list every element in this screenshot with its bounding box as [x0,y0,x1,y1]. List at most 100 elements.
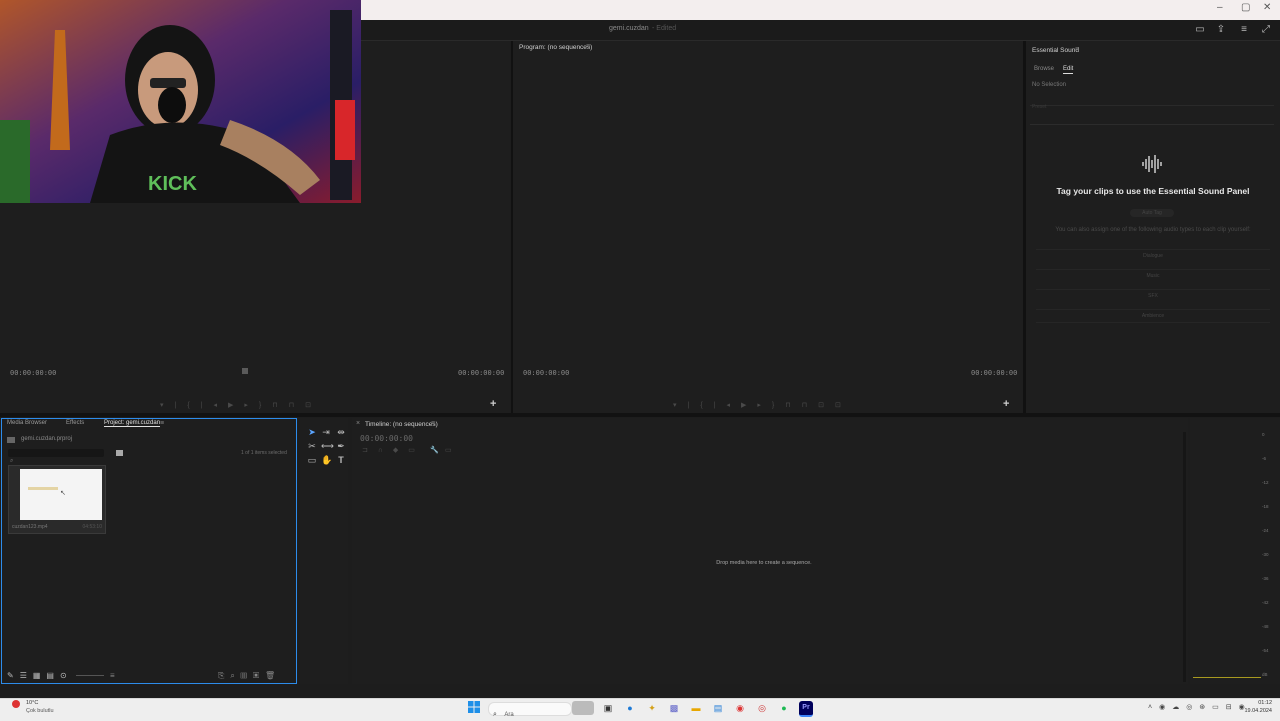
preset-dropdown[interactable]: Preset [1030,95,1274,110]
tab-media-browser[interactable]: Media Browser [7,420,47,426]
meter-level-bar [1193,677,1261,678]
timeline-menu-icon[interactable]: ≡ [431,420,435,427]
clock-time[interactable]: 01:12 [1242,700,1272,706]
timeline-title[interactable]: Timeline: (no sequences) [365,421,438,428]
zoom-slider[interactable] [76,675,104,676]
rectangle-tool-icon[interactable]: ▭ [307,455,317,465]
program-add-button-icon[interactable]: + [1003,398,1009,410]
dialogue-type-button[interactable]: Dialogue [1036,249,1270,262]
sfx-type-button[interactable]: SFX [1036,289,1270,302]
project-panel-menu-icon[interactable]: ≡ [160,420,164,427]
essential-sound-title[interactable]: Essential Sound [1032,47,1079,54]
essential-sound-headline: Tag your clips to use the Essential Soun… [1056,186,1250,196]
weather-alert-icon[interactable] [12,700,20,708]
weather-temp[interactable]: 10°C [26,700,38,706]
layout-icon[interactable]: ▭ [1194,24,1206,36]
source-timecode-right: 00:00:00:00 [458,369,505,377]
slip-tool-icon[interactable]: ⟷ [321,441,334,451]
tab-project[interactable]: Project: gemi.cuzdan [104,420,161,427]
clip-duration: 04:53:10 [82,524,102,530]
close-tab-icon[interactable]: × [356,420,360,427]
share-icon[interactable]: ⇪ [1215,24,1227,36]
track-select-tool-icon[interactable]: ⇥ [321,427,331,437]
timeline-scrollbar[interactable] [1183,432,1186,682]
maximize-button[interactable]: ▢ [1241,2,1250,13]
search-icon: ⌕ [493,711,497,718]
clip-thumbnail-card[interactable]: ↖ cuzdan123.mp4 04:53:10 [8,465,106,534]
minimize-button[interactable]: – [1217,2,1223,13]
ripple-edit-tool-icon[interactable]: ⇹ [336,427,346,437]
meter-tick: -30 [1262,552,1269,557]
timeline-drop-hint: Drop media here to create a sequence. [716,560,812,566]
teams-icon[interactable]: ▩ [667,701,681,715]
clock-date[interactable]: 19.04.2024 [1240,708,1272,714]
chrome-icon[interactable]: ◉ [733,701,747,715]
meter-tick: dB [1262,672,1268,677]
panel-divider-horizontal[interactable] [0,413,1280,417]
store-icon[interactable]: ▤ [711,701,725,715]
search-highlight-icon[interactable] [572,701,594,715]
meter-tick: -54 [1262,648,1269,653]
tab-browse[interactable]: Browse [1034,66,1054,72]
close-button[interactable]: ✕ [1263,2,1271,13]
project-bottom-toolbar[interactable]: ✎☰▦▤⊙ [7,671,73,680]
menu-icon[interactable]: ≡ [1238,24,1250,36]
cursor-icon: ↖ [60,490,66,497]
premiere-pro-icon[interactable]: Pr [799,701,813,717]
ambience-type-button[interactable]: Ambience [1036,309,1270,323]
windows-icon [468,701,480,713]
search-icon: ⌕ [10,458,14,464]
project-actions-toolbar[interactable]: ⎘⌕▥▣🗑 [218,671,281,681]
copilot-icon[interactable]: ✦ [645,701,659,715]
program-timecode-left: 00:00:00:00 [523,369,570,377]
program-monitor-title[interactable]: Program: (no sequences) [519,44,592,51]
fullscreen-icon[interactable]: ⤢ [1260,24,1272,36]
clip-thumbnail: ↖ [12,469,102,520]
program-monitor-panel [513,41,1023,413]
timeline-timecode[interactable]: 00:00:00:00 [360,434,413,443]
opera-icon[interactable]: ◎ [755,701,769,715]
meter-tick: -12 [1262,480,1269,485]
weather-desc[interactable]: Çok bulutlu [26,708,54,714]
program-transport-controls[interactable]: ▾|{|◂▶▸}⊓⊓⊡⊡ [673,401,852,409]
spotify-icon[interactable]: ● [777,701,791,715]
preset-dropdown-label: Preset [1032,104,1047,110]
meter-scale: 0 -6 -12 -18 -24 -30 -36 -42 -48 -54 dB [1262,432,1278,682]
timeline-toolbar[interactable]: ⊐∩◆▭ [362,446,425,454]
meter-tick: -6 [1262,456,1267,461]
hand-tool-icon[interactable]: ✋ [321,455,332,465]
type-tool-icon[interactable]: T [336,455,346,465]
captions-icon[interactable]: ▭ [445,446,452,454]
source-timecode-left: 00:00:00:00 [10,369,57,377]
file-explorer-icon[interactable]: ▬ [689,701,703,715]
tab-edit[interactable]: Edit [1063,66,1074,74]
source-transport-controls[interactable]: ▾|{|◂▶▸}⊓⊓⊡ [160,401,322,409]
music-type-button[interactable]: Music [1036,269,1270,282]
auto-tag-button[interactable]: Auto Tag [1130,209,1174,217]
essential-sound-menu-icon[interactable]: ≡ [1075,46,1079,53]
edge-browser-icon[interactable]: ● [623,701,637,715]
meter-tick: -24 [1262,528,1269,533]
source-add-button-icon[interactable]: + [490,398,496,410]
sort-icon[interactable]: ≡ [110,671,115,680]
program-panel-menu-icon[interactable]: ≡ [586,43,590,50]
wrench-icon[interactable]: 🔧 [430,446,439,454]
selection-tool-icon[interactable]: ➤ [307,427,317,437]
new-bin-icon[interactable] [116,450,123,456]
start-button[interactable] [467,701,481,715]
meter-tick: -18 [1262,504,1269,509]
tab-effects[interactable]: Effects [66,420,84,426]
task-view-icon[interactable]: ▣ [601,701,615,715]
svg-text:KICK: KICK [148,173,197,195]
system-tray-icons[interactable]: ˄◉☁◎⊛▭⊟◉ [1148,703,1252,711]
no-selection-label: No Selection [1032,82,1067,88]
source-settings-icon[interactable] [242,368,248,374]
razor-tool-icon[interactable]: ✂ [307,441,317,451]
project-panel [1,418,297,684]
taskbar-search[interactable]: ⌕ Ara [488,702,572,718]
document-edited-status: - Edited [652,25,677,32]
project-search-input[interactable]: ⌕ [8,449,104,464]
meter-tick: -42 [1262,600,1269,605]
pen-tool-icon[interactable]: ✒ [336,441,346,451]
meter-tick: 0 [1262,432,1265,437]
